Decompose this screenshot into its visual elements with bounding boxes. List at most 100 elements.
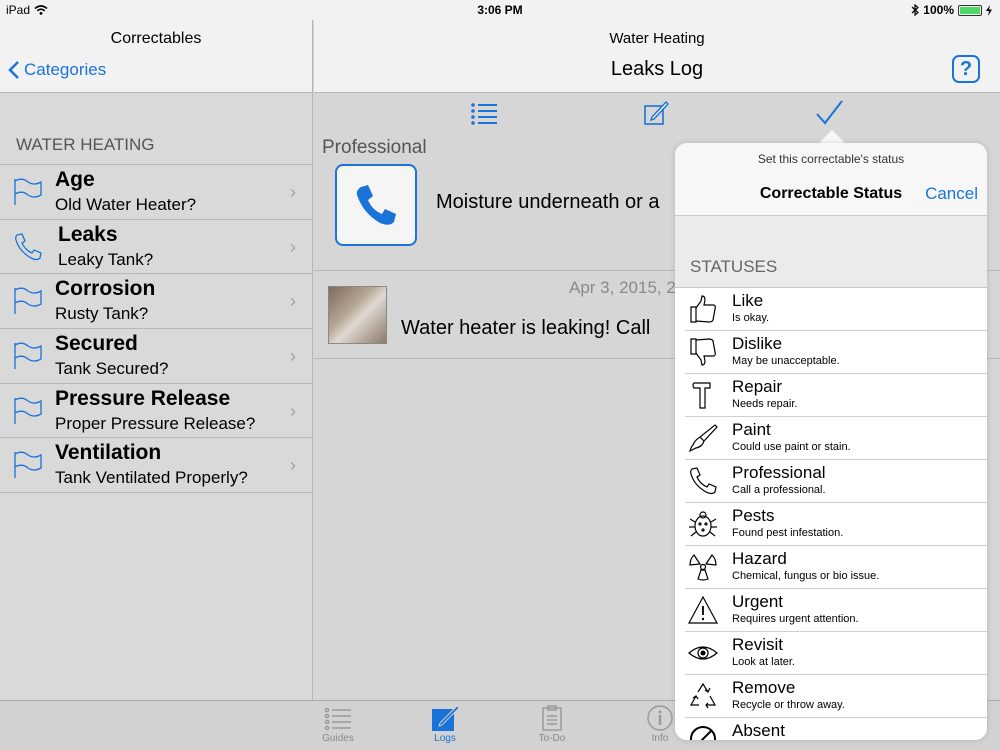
- statuses-list: Like Is okay. Dislike May be unacceptabl…: [675, 287, 987, 740]
- status-repair[interactable]: Repair Needs repair.: [685, 374, 987, 417]
- recycle-icon: [689, 682, 717, 709]
- section-header: WATER HEATING: [16, 135, 155, 154]
- status-name: Professional: [732, 463, 826, 482]
- chevron-left-icon: [8, 61, 19, 79]
- paintbrush-icon: [689, 424, 718, 453]
- cancel-button[interactable]: Cancel: [925, 184, 978, 204]
- left-nav-bar: Correctables Categories: [0, 20, 312, 93]
- status-name: Pests: [732, 506, 775, 525]
- status-professional[interactable]: Professional Call a professional.: [685, 460, 987, 503]
- list-item-title: Corrosion: [55, 277, 156, 301]
- chevron-right-icon: ›: [290, 455, 296, 476]
- status-remove[interactable]: Remove Recycle or throw away.: [685, 675, 987, 718]
- status-desc: Call a professional.: [732, 484, 826, 496]
- status-name: Hazard: [732, 549, 787, 568]
- phone-icon: [356, 185, 396, 225]
- status-name: Repair: [732, 377, 783, 396]
- status-name: Paint: [732, 420, 771, 439]
- list-item-pressure-release[interactable]: Pressure Release Proper Pressure Release…: [0, 384, 312, 439]
- list-icon: [324, 707, 351, 731]
- status-hazard[interactable]: Hazard Chemical, fungus or bio issue.: [685, 546, 987, 589]
- status-desc: Needs repair.: [732, 398, 798, 410]
- status-name: Urgent: [732, 592, 784, 611]
- list-item-title: Secured: [55, 332, 138, 356]
- status-revisit[interactable]: Revisit Look at later.: [685, 632, 987, 675]
- status-like[interactable]: Like Is okay.: [685, 288, 987, 331]
- log-photo-thumbnail[interactable]: [328, 286, 387, 344]
- battery-icon: [958, 4, 982, 16]
- flag-icon: [14, 287, 42, 315]
- status-pests[interactable]: Pests Found pest infestation.: [685, 503, 987, 546]
- status-name: Like: [732, 291, 764, 310]
- list-item-ventilation[interactable]: Ventilation Tank Ventilated Properly? ›: [0, 438, 312, 494]
- flag-icon: [14, 178, 42, 205]
- tab-label: To-Do: [538, 733, 566, 744]
- status-desc: Chemical, fungus or bio issue.: [732, 570, 880, 582]
- tab-label: Guides: [322, 733, 354, 744]
- radiation-icon: [689, 554, 717, 581]
- help-button[interactable]: ?: [952, 55, 980, 83]
- list-item-subtitle: Leaky Tank?: [58, 249, 154, 269]
- charging-icon: [986, 4, 992, 16]
- log-entry-text[interactable]: Water heater is leaking! Call: [401, 317, 650, 340]
- thumbs-up-icon: [690, 295, 716, 323]
- flag-icon: [14, 397, 42, 424]
- list-item-title: Age: [55, 168, 95, 191]
- tab-to-do[interactable]: To-Do: [522, 705, 582, 744]
- tab-label: Logs: [434, 733, 456, 744]
- status-desc: Requires urgent attention.: [732, 613, 859, 625]
- correctables-list: Age Old Water Heater? › Leaks Leaky Tank…: [0, 164, 312, 494]
- status-desc: Found pest infestation.: [732, 527, 844, 539]
- hammer-icon: [692, 382, 711, 409]
- status-bar-right: 100%: [911, 3, 992, 17]
- list-icon[interactable]: [469, 99, 499, 127]
- absent-icon: [690, 726, 716, 740]
- list-item-title: Ventilation: [55, 441, 162, 465]
- log-toolbar: [314, 93, 1000, 133]
- chevron-right-icon: ›: [290, 291, 296, 312]
- status-absent[interactable]: Absent: [685, 718, 987, 740]
- status-desc: Look at later.: [732, 656, 795, 668]
- list-item-subtitle: Old Water Heater?: [55, 195, 197, 214]
- status-tile[interactable]: [335, 164, 417, 246]
- log-date: Apr 3, 2015, 2: [569, 278, 676, 297]
- list-item-subtitle: Tank Ventilated Properly?: [55, 468, 248, 488]
- left-nav-title: Correctables: [110, 30, 202, 47]
- clipboard-icon: [542, 705, 562, 731]
- status-popover: Set this correctable's status Correctabl…: [675, 143, 987, 740]
- status-name: Absent: [732, 721, 785, 740]
- tab-guides[interactable]: Guides: [308, 705, 368, 744]
- list-item-title: Leaks: [58, 222, 118, 246]
- status-label: Professional: [322, 137, 427, 158]
- popover-prompt: Set this correctable's status: [757, 152, 905, 166]
- back-button[interactable]: Categories: [8, 60, 106, 80]
- nav-category: Water Heating: [609, 30, 705, 47]
- list-item-subtitle: Proper Pressure Release?: [55, 413, 256, 433]
- list-item-age[interactable]: Age Old Water Heater? ›: [0, 165, 312, 220]
- popover-header: Set this correctable's status Correctabl…: [675, 143, 987, 216]
- status-description: Moisture underneath or a: [436, 191, 660, 213]
- status-dislike[interactable]: Dislike May be unacceptable.: [685, 331, 987, 374]
- checkmark-icon[interactable]: [814, 99, 844, 127]
- list-item-subtitle: Tank Secured?: [55, 359, 169, 379]
- battery-percent: 100%: [923, 3, 954, 17]
- tab-logs[interactable]: Logs: [415, 705, 475, 744]
- list-item-secured[interactable]: Secured Tank Secured? ›: [0, 329, 312, 384]
- bug-icon: [689, 511, 717, 537]
- popover-section: STATUSES: [675, 216, 987, 287]
- status-desc: Recycle or throw away.: [732, 699, 845, 711]
- bluetooth-icon: [911, 4, 920, 16]
- compose-icon[interactable]: [641, 99, 671, 127]
- list-item-corrosion[interactable]: Corrosion Rusty Tank? ›: [0, 274, 312, 330]
- status-paint[interactable]: Paint Could use paint or stain.: [685, 417, 987, 460]
- popover-arrow: [818, 130, 846, 144]
- thumbs-down-icon: [690, 338, 716, 366]
- list-item-leaks[interactable]: Leaks Leaky Tank? ›: [0, 220, 312, 275]
- back-button-label: Categories: [24, 60, 107, 79]
- list-item-subtitle: Rusty Tank?: [55, 304, 149, 324]
- statuses-header: STATUSES: [690, 257, 778, 276]
- info-icon: [647, 705, 673, 731]
- list-item-title: Pressure Release: [55, 386, 231, 410]
- status-bar: iPad 3:06 PM 100%: [0, 0, 1000, 20]
- status-urgent[interactable]: Urgent Requires urgent attention.: [685, 589, 987, 632]
